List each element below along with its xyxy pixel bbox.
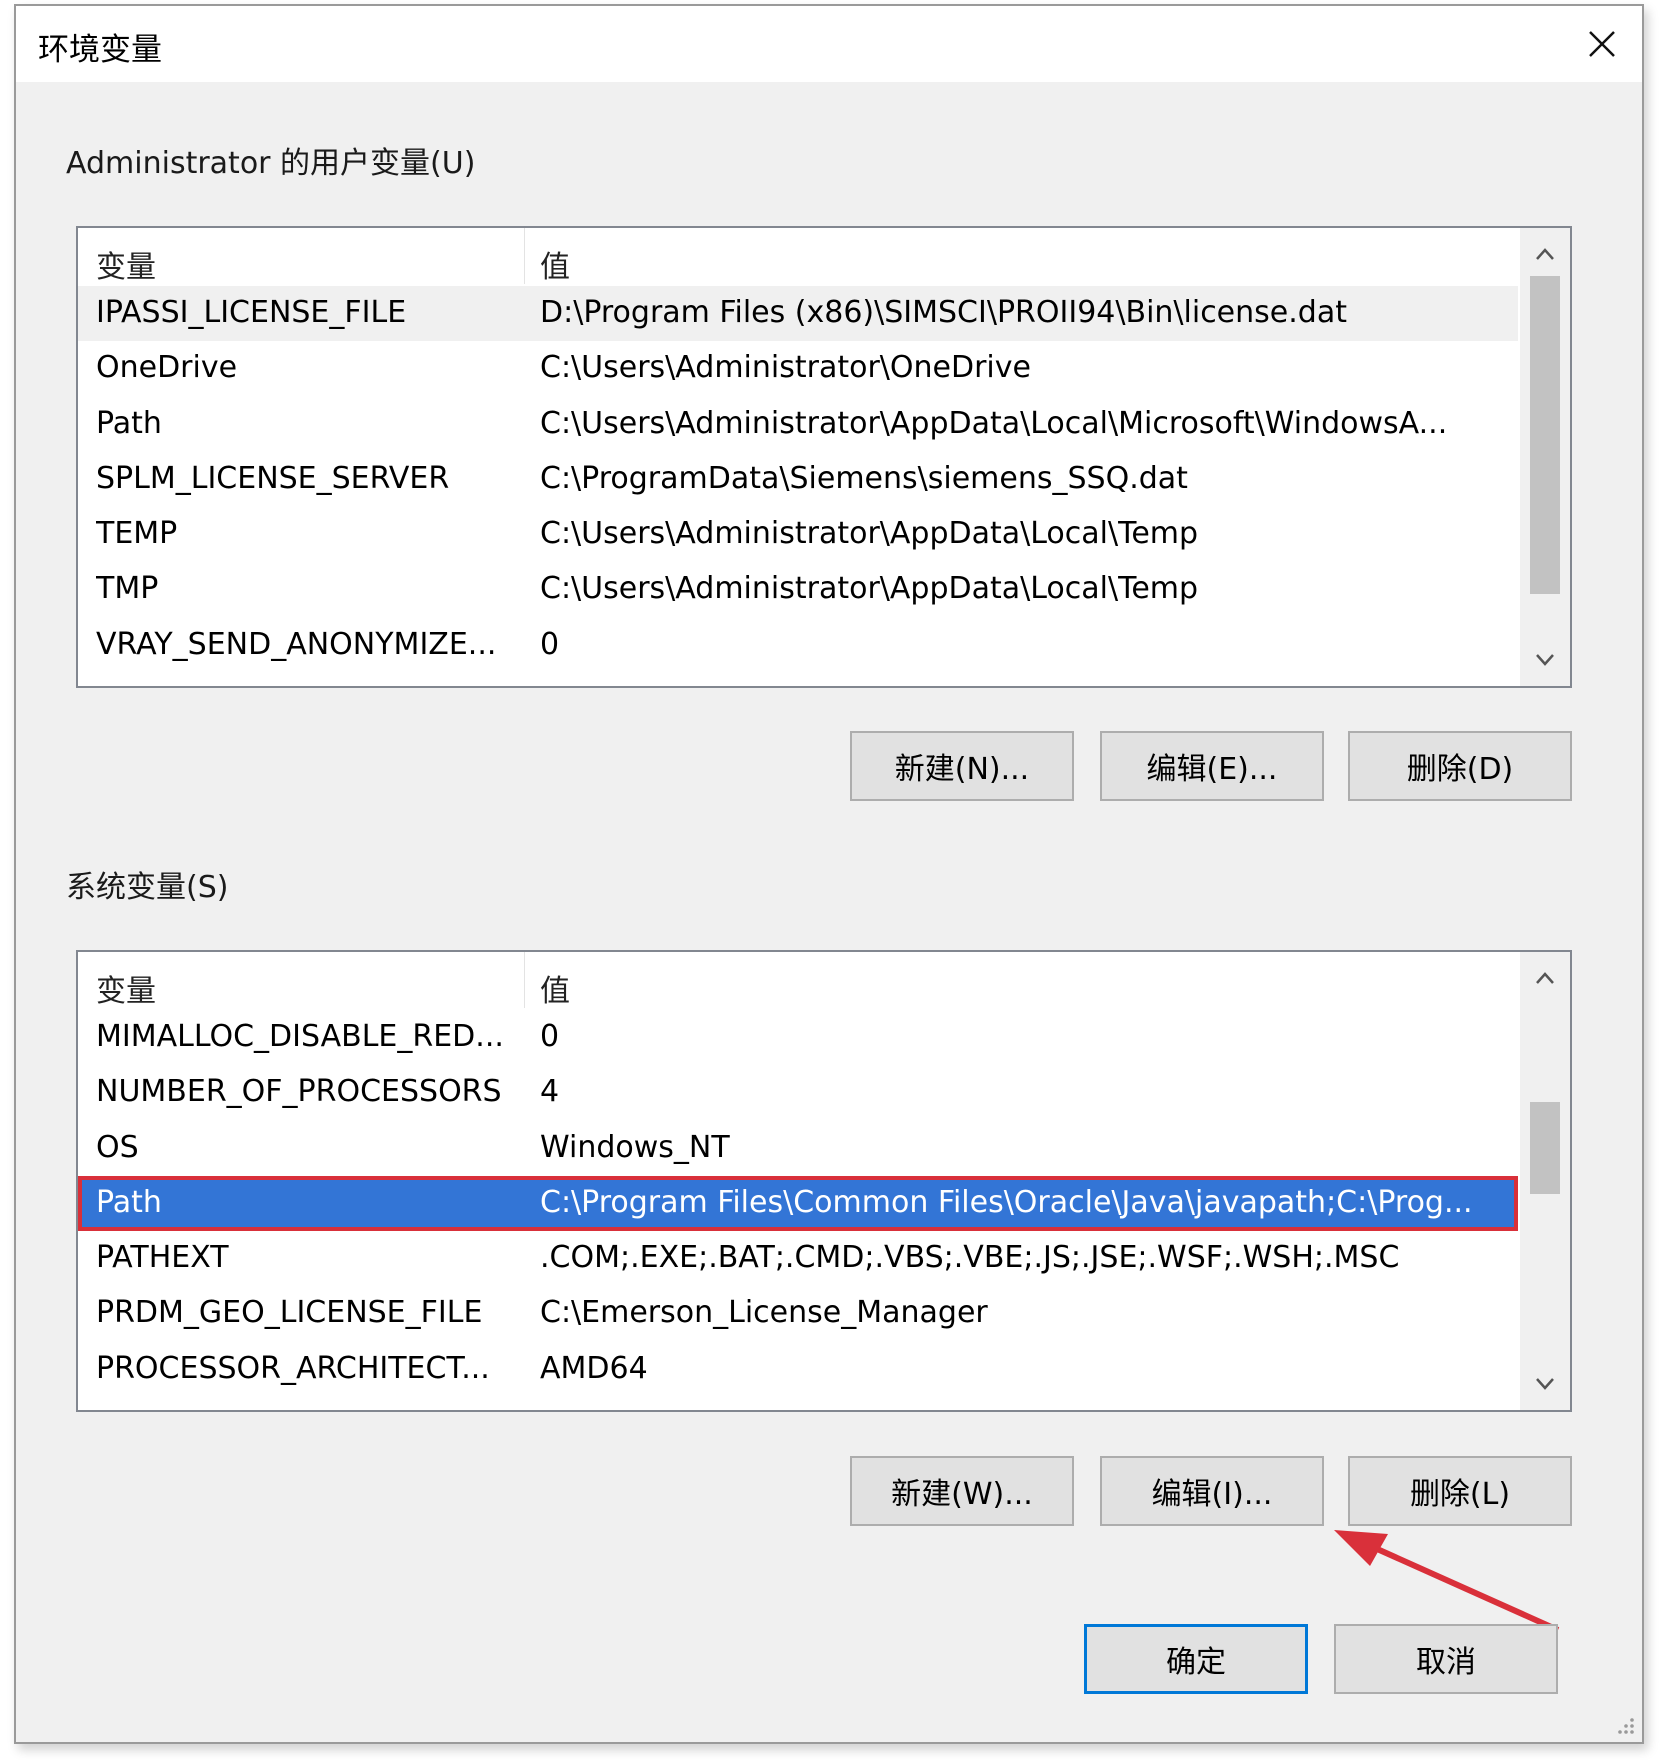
chevron-down-icon [1536,654,1554,666]
list-item[interactable]: IPASSI_LICENSE_FILE D:\Program Files (x8… [78,286,1518,342]
variable-name: Path [96,1184,162,1220]
chevron-up-icon [1536,972,1554,984]
system-variables-list[interactable]: 变量 值 MIMALLOC_DISABLE_RED... 0 NUMBER_OF… [76,950,1572,1412]
column-header-variable[interactable]: 变量 [96,242,156,286]
list-item[interactable]: PATHEXT .COM;.EXE;.BAT;.CMD;.VBS;.VBE;.J… [78,1231,1518,1286]
variable-name: TEMP [96,516,178,552]
variable-value: 4 [540,1074,560,1110]
variable-name: SPLM_LICENSE_SERVER [96,460,450,496]
scroll-thumb[interactable] [1530,276,1560,594]
scroll-down-button[interactable] [1520,638,1570,682]
variable-name: OneDrive [96,350,238,386]
variable-value: C:\Users\Administrator\AppData\Local\Tem… [540,516,1199,552]
selected-list-item[interactable]: Path C:\Program Files\Common Files\Oracl… [78,1175,1518,1232]
cancel-button[interactable]: 取消 [1334,1624,1558,1694]
list-item[interactable]: MIMALLOC_DISABLE_RED... 0 [78,1010,1518,1065]
variable-value: .COM;.EXE;.BAT;.CMD;.VBS;.VBE;.JS;.JSE;.… [540,1240,1400,1276]
variable-value: C:\Users\Administrator\AppData\Local\Mic… [540,405,1448,441]
chevron-up-icon [1536,248,1554,260]
variable-name: VRAY_SEND_ANONYMIZE... [96,626,497,662]
variable-value: 0 [540,1019,560,1054]
list-item[interactable]: TEMP C:\Users\Administrator\AppData\Loca… [78,507,1518,562]
system-variables-label: 系统变量(S) [66,870,229,905]
ok-button[interactable]: 确定 [1084,1624,1308,1694]
scroll-up-button[interactable] [1520,956,1570,1000]
user-variables-list[interactable]: 变量 值 IPASSI_LICENSE_FILE D:\Program File… [76,226,1572,688]
column-header-value[interactable]: 值 [540,242,570,286]
column-separator[interactable] [524,228,525,284]
user-variables-label: Administrator 的用户变量(U) [66,146,476,181]
scroll-up-button[interactable] [1520,232,1570,276]
variable-value: D:\Program Files (x86)\SIMSCI\PROII94\Bi… [540,295,1347,330]
variable-value: AMD64 [540,1350,648,1386]
list-item[interactable]: TMP C:\Users\Administrator\AppData\Local… [78,562,1518,617]
system-edit-button[interactable]: 编辑(I)... [1100,1456,1324,1526]
scroll-thumb[interactable] [1530,1102,1560,1194]
variable-value: C:\ProgramData\Siemens\siemens_SSQ.dat [540,460,1188,496]
user-list-rows: IPASSI_LICENSE_FILE D:\Program Files (x8… [78,286,1518,673]
variable-name: PATHEXT [96,1240,229,1276]
window-title: 环境变量 [38,32,162,68]
list-item[interactable]: PROCESSOR_ARCHITECT... AMD64 [78,1342,1518,1397]
system-list-scrollbar[interactable] [1520,952,1570,1410]
variable-value: Windows_NT [540,1129,730,1165]
resize-grip-icon[interactable] [1612,1712,1636,1736]
column-separator[interactable] [524,952,525,1008]
system-list-rows: MIMALLOC_DISABLE_RED... 0 NUMBER_OF_PROC… [78,1010,1518,1397]
close-button[interactable] [1562,6,1642,82]
variable-name: NUMBER_OF_PROCESSORS [96,1074,502,1110]
variable-name: PROCESSOR_ARCHITECT... [96,1350,490,1386]
column-header-variable[interactable]: 变量 [96,966,156,1010]
user-new-button[interactable]: 新建(N)... [850,731,1074,801]
user-delete-button[interactable]: 删除(D) [1348,731,1572,801]
variable-value: C:\Emerson_License_Manager [540,1295,988,1331]
title-bar: 环境变量 [16,6,1642,82]
variable-name: MIMALLOC_DISABLE_RED... [96,1019,504,1054]
list-item[interactable]: PRDM_GEO_LICENSE_FILE C:\Emerson_License… [78,1286,1518,1341]
column-header-value[interactable]: 值 [540,966,570,1010]
scroll-down-button[interactable] [1520,1362,1570,1406]
user-list-scrollbar[interactable] [1520,228,1570,686]
user-edit-button[interactable]: 编辑(E)... [1100,731,1324,801]
variable-name: Path [96,405,162,441]
variable-value: C:\Users\Administrator\AppData\Local\Tem… [540,571,1199,607]
variable-value: C:\Program Files\Common Files\Oracle\Jav… [540,1184,1473,1220]
chevron-down-icon [1536,1378,1554,1390]
close-icon [1589,31,1615,57]
list-item[interactable]: OneDrive C:\Users\Administrator\OneDrive [78,341,1518,396]
environment-variables-dialog: 环境变量 Administrator 的用户变量(U) 变量 值 IPASSI_… [14,4,1644,1744]
variable-value: 0 [540,626,560,662]
variable-name: OS [96,1129,139,1165]
list-item[interactable]: SPLM_LICENSE_SERVER C:\ProgramData\Sieme… [78,452,1518,507]
list-item[interactable]: Path C:\Users\Administrator\AppData\Loca… [78,397,1518,452]
variable-name: PRDM_GEO_LICENSE_FILE [96,1295,483,1331]
variable-value: C:\Users\Administrator\OneDrive [540,350,1031,386]
annotation-arrow-icon [1334,1530,1560,1633]
system-new-button[interactable]: 新建(W)... [850,1456,1074,1526]
system-delete-button[interactable]: 删除(L) [1348,1456,1572,1526]
variable-name: IPASSI_LICENSE_FILE [96,295,407,330]
list-item[interactable]: VRAY_SEND_ANONYMIZE... 0 [78,618,1518,673]
system-list-header: 变量 值 [78,952,1518,1010]
list-item[interactable]: NUMBER_OF_PROCESSORS 4 [78,1065,1518,1120]
user-list-header: 变量 值 [78,228,1518,286]
variable-name: TMP [96,571,159,607]
list-item[interactable]: OS Windows_NT [78,1121,1518,1176]
